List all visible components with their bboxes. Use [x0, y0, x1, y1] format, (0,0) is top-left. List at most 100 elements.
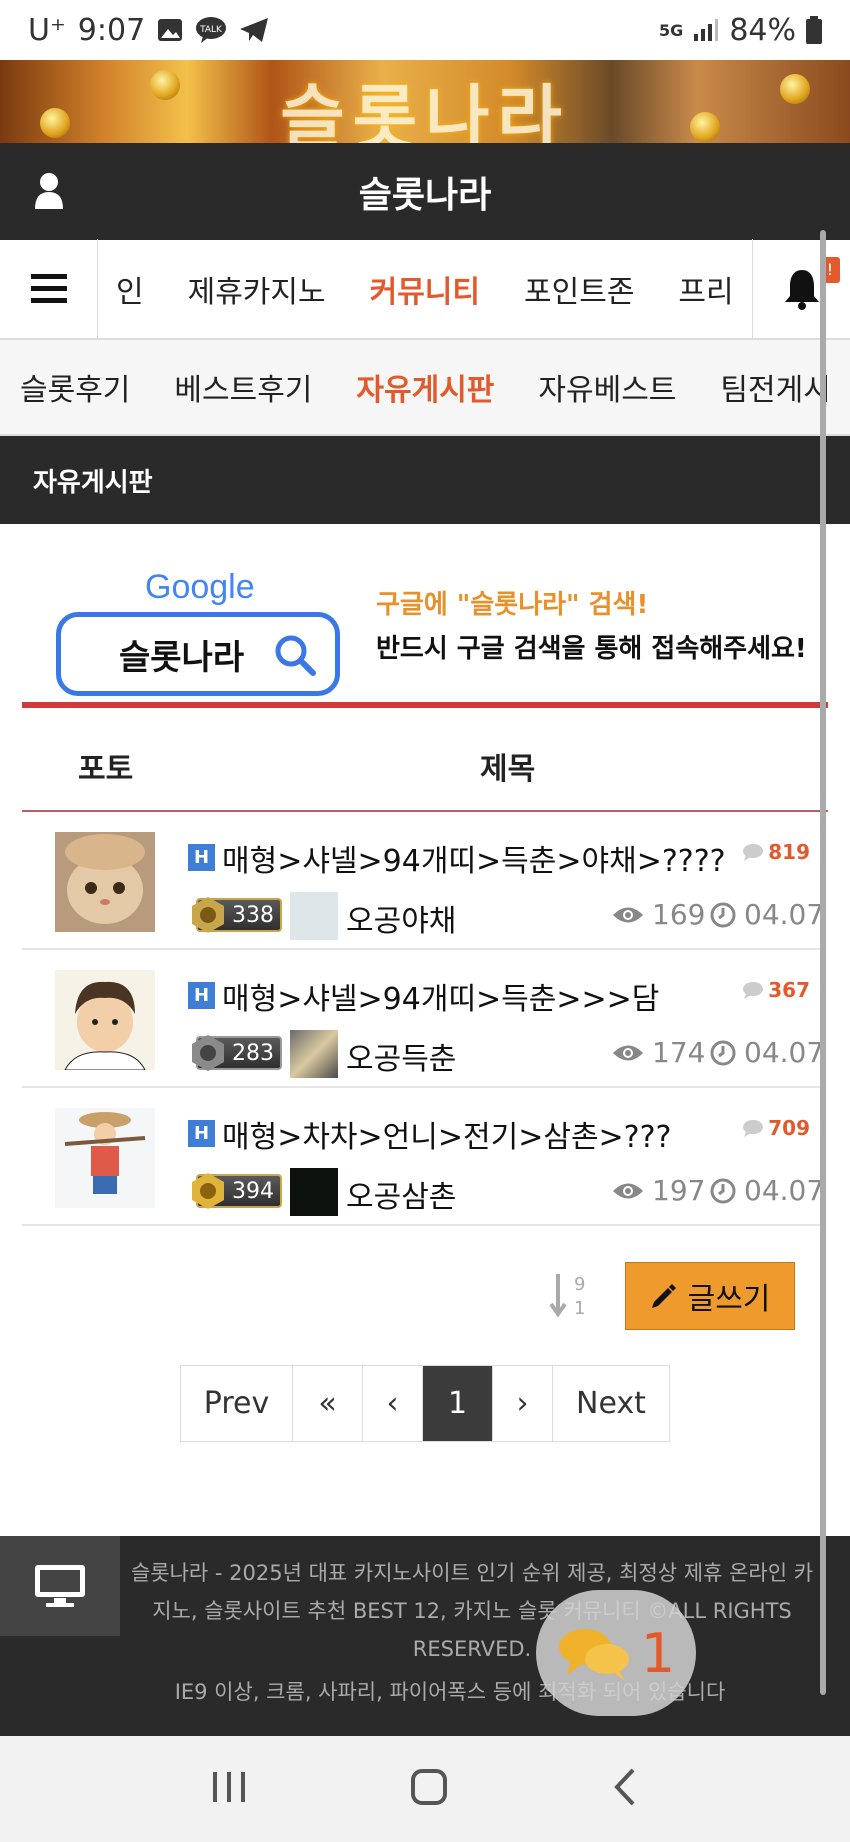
footer-compat: IE9 이상, 크롬, 사파리, 파이어폭스 등에 최적화 되어 있습니다	[174, 1680, 726, 1704]
comment-count-value: 367	[768, 978, 810, 1002]
site-title[interactable]: 슬롯나라	[359, 166, 491, 218]
table-row[interactable]: H 매형>샤넬>94개띠>득춘>>>담 367 283 오공득춘 174 04.…	[22, 950, 825, 1088]
clock-icon	[710, 1178, 736, 1203]
notification-button[interactable]: !	[752, 239, 850, 339]
comment-icon	[743, 1120, 764, 1137]
pagination-page-current[interactable]: 1	[423, 1366, 493, 1441]
post-thumbnail[interactable]	[55, 970, 155, 1070]
level-emblem-icon	[192, 897, 224, 933]
clock-icon	[710, 1040, 736, 1065]
site-header: 슬롯나라	[0, 143, 850, 240]
author-name[interactable]: 오공야채	[346, 896, 456, 940]
sub-nav-item-best-review[interactable]: 베스트후기	[174, 365, 312, 409]
pagination-prev[interactable]: Prev	[181, 1366, 293, 1441]
view-count-value: 197	[652, 1174, 706, 1207]
main-nav-item-community[interactable]: 커뮤니티	[370, 267, 480, 311]
eye-icon	[613, 1045, 643, 1060]
sort-top-label: 9	[574, 1274, 585, 1295]
site-banner[interactable]: 슬롯나라	[0, 60, 850, 143]
board-header: 자유게시판	[0, 436, 850, 524]
post-title[interactable]: 매형>샤넬>94개띠>득춘>>>담	[222, 974, 659, 1018]
comment-count: 367	[742, 978, 810, 1002]
level-emblem-icon	[192, 1173, 224, 1209]
pagination: Prev « ‹ 1 › Next	[180, 1365, 670, 1442]
write-button[interactable]: 글쓰기	[625, 1262, 795, 1330]
author-avatar	[290, 1168, 338, 1216]
hot-badge: H	[188, 982, 215, 1009]
sub-nav-item-free-best[interactable]: 자유베스트	[538, 365, 676, 409]
banner-logo-text: 슬롯나라	[280, 77, 570, 143]
google-promo-banner[interactable]: Google 슬롯나라 구글에 "슬롯나라" 검색! 반드시 구글 검색을 통해…	[0, 524, 850, 704]
level-badge: 338	[192, 897, 282, 933]
main-nav: 인 제휴카지노 커뮤니티 포인트존 프리 !	[0, 239, 850, 340]
site-footer: 슬롯나라 - 2025년 대표 카지노사이트 인기 순위 제공, 최정상 제휴 …	[0, 1536, 850, 1736]
column-header-subject: 제목	[480, 752, 536, 787]
level-badge: 283	[192, 1035, 282, 1071]
sort-icon: 9 1	[549, 1274, 585, 1319]
level-value: 283	[232, 1040, 274, 1066]
main-nav-item-point-zone[interactable]: 포인트존	[524, 267, 634, 311]
clock-icon	[710, 902, 736, 927]
network-label: 5G	[659, 20, 684, 40]
hot-badge: H	[188, 844, 215, 871]
battery-icon	[806, 16, 822, 44]
main-nav-item-free[interactable]: 프리	[678, 267, 733, 311]
pencil-icon	[651, 1284, 676, 1308]
main-nav-item-partner-casino[interactable]: 제휴카지노	[188, 267, 326, 311]
pagination-next[interactable]: Next	[553, 1366, 669, 1441]
author-name[interactable]: 오공득춘	[346, 1034, 456, 1078]
monitor-icon	[35, 1565, 85, 1607]
post-title[interactable]: 매형>차차>언니>전기>삼촌>???	[222, 1112, 671, 1156]
sub-nav-item-team-board[interactable]: 팀전게시	[720, 365, 830, 409]
promo-search-query: 슬롯나라	[119, 637, 245, 678]
promo-headline: 구글에 "슬롯나라" 검색!	[376, 590, 649, 620]
post-thumbnail[interactable]	[55, 1108, 155, 1208]
post-date-value: 04.07	[744, 898, 825, 931]
table-header: 포토 제목	[22, 708, 828, 812]
post-date-value: 04.07	[744, 1036, 825, 1069]
post-date-value: 04.07	[744, 1174, 825, 1207]
post-date: 04.07	[710, 1174, 824, 1207]
chat-button[interactable]: 1	[536, 1590, 696, 1716]
comment-icon	[743, 982, 764, 999]
pc-version-button[interactable]	[0, 1536, 120, 1636]
view-count: 174	[612, 1036, 705, 1069]
main-nav-items: 인 제휴카지노 커뮤니티 포인트존 프리	[98, 239, 752, 339]
status-bar: U⁺ 9:07 TALK 5G 84%	[0, 0, 850, 60]
sort-toggle[interactable]: 9 1	[548, 1270, 588, 1324]
user-icon[interactable]	[34, 172, 64, 214]
view-count: 197	[612, 1174, 705, 1207]
author-avatar	[290, 892, 338, 940]
post-thumbnail[interactable]	[55, 832, 155, 932]
telegram-icon	[239, 17, 269, 43]
bell-icon	[784, 270, 819, 310]
main-nav-item[interactable]: 인	[116, 267, 144, 311]
gallery-icon	[157, 18, 183, 42]
page-scrollbar[interactable]	[820, 230, 826, 1695]
chat-bubbles-icon	[558, 1629, 629, 1681]
recent-apps-icon[interactable]	[211, 1770, 247, 1808]
comment-count: 819	[742, 840, 810, 864]
table-row[interactable]: H 매형>샤넬>94개띠>득춘>야채>???? 819 338 오공야채 169…	[22, 812, 825, 950]
svg-text:TALK: TALK	[199, 25, 223, 35]
author-name[interactable]: 오공삼촌	[346, 1172, 456, 1216]
pagination-next-arrow[interactable]: ›	[493, 1366, 553, 1441]
author-avatar	[290, 1030, 338, 1078]
menu-icon[interactable]	[0, 239, 98, 339]
post-title[interactable]: 매형>샤넬>94개띠>득춘>야채>????	[222, 836, 726, 880]
comment-count-value: 819	[768, 840, 810, 864]
level-value: 394	[232, 1178, 274, 1204]
back-icon[interactable]	[611, 1767, 639, 1811]
comment-icon	[743, 844, 764, 861]
table-row[interactable]: H 매형>차차>언니>전기>삼촌>??? 709 394 오공삼촌 197 04…	[22, 1088, 824, 1226]
eye-icon	[613, 1183, 643, 1198]
pagination-first[interactable]: «	[293, 1366, 363, 1441]
home-icon[interactable]	[410, 1768, 448, 1810]
sub-nav-item-slot-review[interactable]: 슬롯후기	[20, 365, 130, 409]
column-header-photo: 포토	[78, 752, 134, 787]
pagination-prev-arrow[interactable]: ‹	[363, 1366, 423, 1441]
promo-subline: 반드시 구글 검색을 통해 접속해주세요!	[376, 634, 807, 664]
eye-icon	[613, 907, 643, 922]
sub-nav-item-free-board[interactable]: 자유게시판	[356, 365, 494, 409]
carrier-label: U⁺	[28, 12, 66, 48]
